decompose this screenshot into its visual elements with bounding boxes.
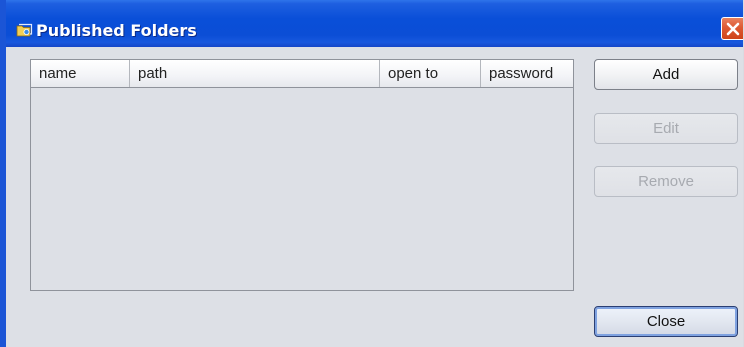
title-bar[interactable]: Published Folders bbox=[6, 0, 743, 47]
close-icon bbox=[726, 22, 740, 36]
close-button[interactable]: Close bbox=[594, 306, 738, 337]
column-header-name[interactable]: name bbox=[31, 60, 130, 87]
close-window-button[interactable] bbox=[721, 17, 743, 40]
folders-table[interactable]: name path open to password bbox=[30, 59, 574, 291]
published-folders-dialog: Published Folders name path open to pass… bbox=[0, 0, 744, 347]
window-title: Published Folders bbox=[36, 21, 197, 40]
remove-button[interactable]: Remove bbox=[594, 166, 738, 197]
column-header-open-to[interactable]: open to bbox=[380, 60, 481, 87]
edit-button[interactable]: Edit bbox=[594, 113, 738, 144]
column-header-path[interactable]: path bbox=[130, 60, 380, 87]
column-header-password[interactable]: password bbox=[481, 60, 573, 87]
table-header: name path open to password bbox=[31, 60, 573, 88]
app-icon bbox=[16, 22, 34, 38]
add-button[interactable]: Add bbox=[594, 59, 738, 90]
